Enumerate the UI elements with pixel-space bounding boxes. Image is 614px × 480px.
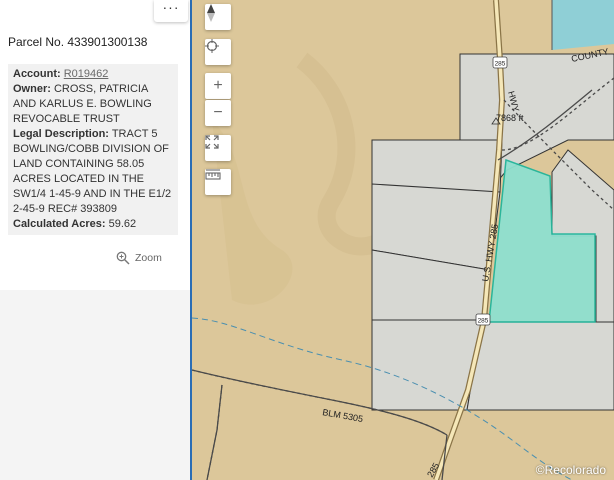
elevation-label: 7868 ft [496,113,524,123]
account-label: Account: [13,68,61,80]
map-attribution: ©Recolorado [535,463,606,477]
zoom-to-parcel-button[interactable]: Zoom [116,251,162,265]
parcel-title: Parcel No. 433901300138 [8,35,148,49]
water-body [552,0,614,50]
parcel-details: Account: R019462 Owner: CROSS, PATRICIA … [8,64,178,235]
measure-button[interactable] [205,169,231,195]
zoom-out-button[interactable]: − [205,100,231,126]
zoom-label: Zoom [135,252,162,264]
account-link[interactable]: R019462 [64,68,109,80]
owner-label: Owner: [13,83,51,95]
ruler-icon [205,169,221,180]
panel-card: ··· Parcel No. 433901300138 Account: R01… [0,0,190,290]
legal-description-label: Legal Description: [13,128,109,140]
route-shield-top: 285 [492,56,508,69]
svg-text:285: 285 [495,61,506,68]
map-canvas[interactable]: COUNTY HWY 7868 ft U.S. HWY 285 BLM 5305… [192,0,614,480]
zoom-magnifier-icon [116,251,130,265]
locate-button[interactable] [205,39,231,65]
map-view[interactable]: COUNTY HWY 7868 ft U.S. HWY 285 BLM 5305… [192,0,614,480]
more-options-button[interactable]: ··· [154,0,188,22]
compass-button[interactable] [205,4,231,30]
parcel-info-panel: ··· Parcel No. 433901300138 Account: R01… [0,0,192,480]
svg-text:285: 285 [478,318,489,325]
expand-icon [205,135,219,149]
fullscreen-button[interactable] [205,135,231,161]
calculated-acres-value: 59.62 [108,218,137,230]
crosshair-icon [205,39,219,53]
zoom-in-button[interactable]: + [205,73,231,99]
route-shield-mid: 285 [475,313,491,326]
calculated-acres-label: Calculated Acres: [13,218,106,230]
legal-description-value: TRACT 5 BOWLING/COBB DIVISION OF LAND CO… [13,128,172,215]
compass-icon [207,4,215,22]
